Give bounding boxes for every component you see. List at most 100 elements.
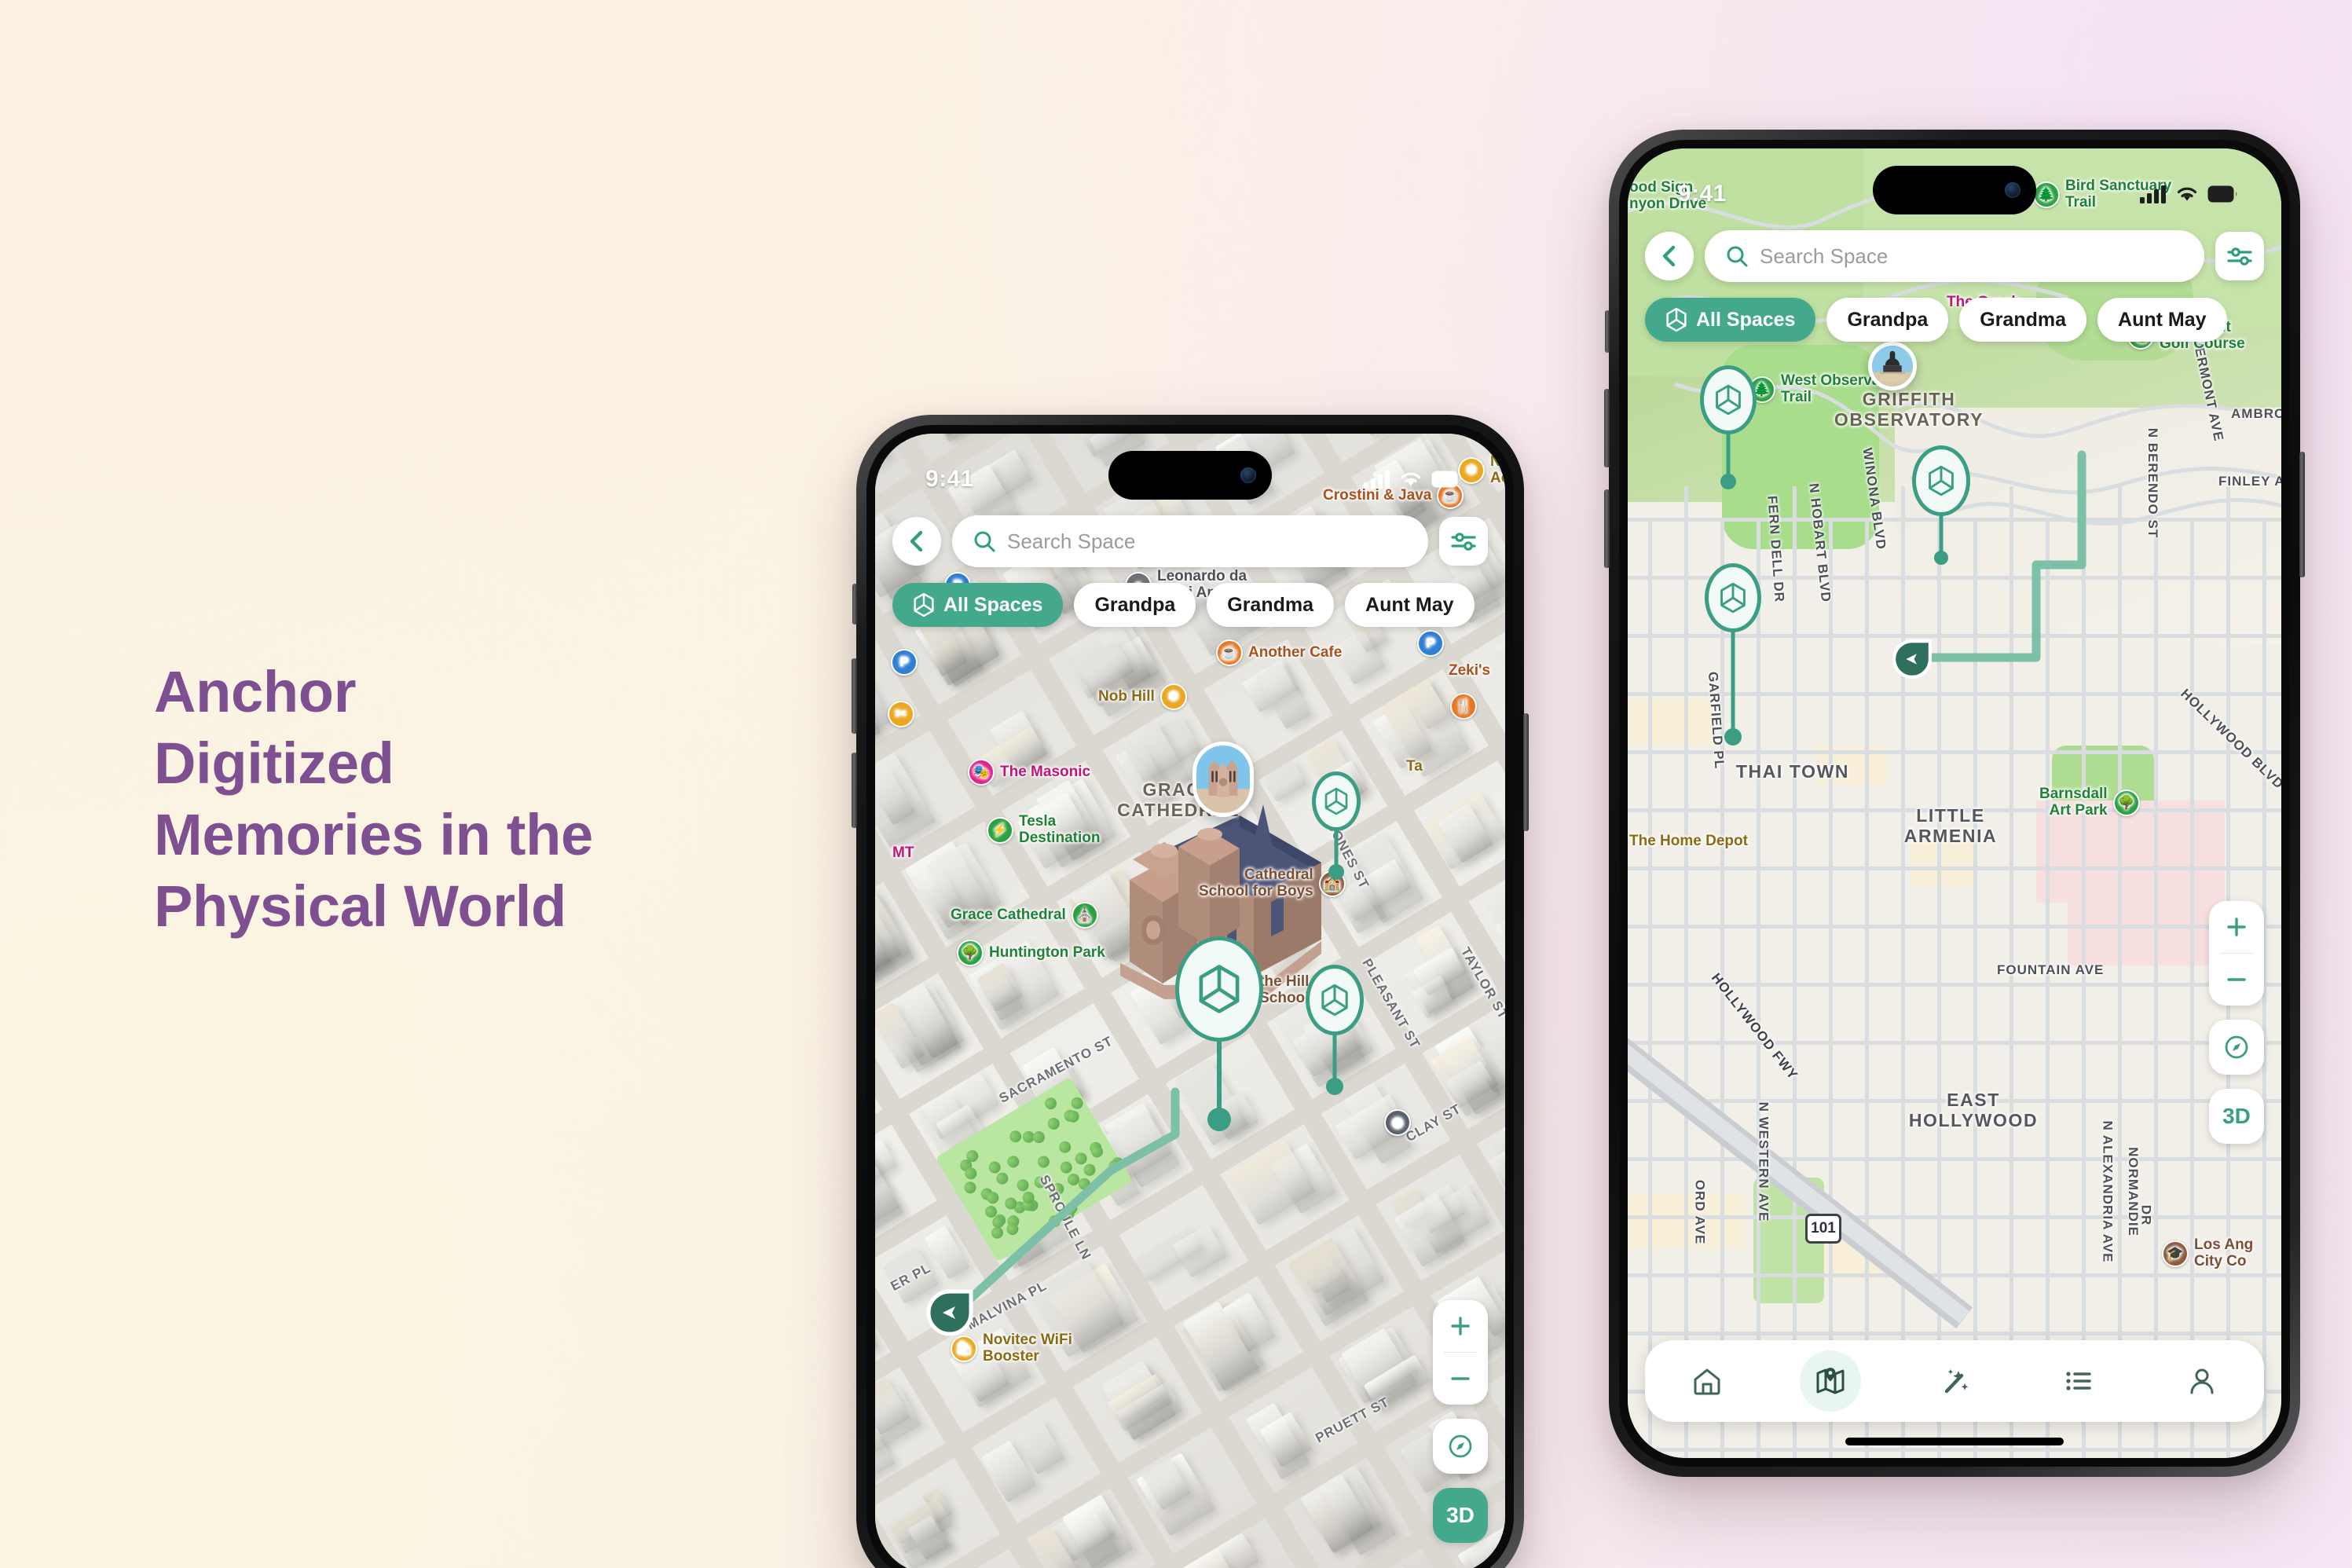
list-icon (2065, 1372, 2091, 1390)
tab-list[interactable] (2048, 1350, 2109, 1412)
phone-mockup-left: Crostini & Java☕ ❄Nob HillAesthetics ●Le… (852, 415, 1529, 1568)
search-input[interactable]: Search Space (952, 515, 1428, 567)
chip-grandpa[interactable]: Grandpa (1074, 583, 1196, 627)
chip-all-spaces[interactable]: All Spaces (892, 583, 1064, 627)
search-placeholder: Search Space (1760, 244, 1889, 268)
silent-switch[interactable] (1605, 310, 1610, 353)
anchor-pin[interactable] (1306, 965, 1364, 1095)
power-button[interactable] (1523, 713, 1529, 831)
power-button[interactable] (2299, 452, 2305, 577)
chip-label: All Spaces (943, 593, 1043, 616)
chip-grandma[interactable]: Grandma (1207, 583, 1335, 627)
chip-grandpa[interactable]: Grandpa (1826, 298, 1949, 342)
chip-all-spaces[interactable]: All Spaces (1645, 298, 1816, 342)
dimension-label: 3D (2222, 1104, 2251, 1128)
cube-icon (1716, 384, 1741, 416)
griffith-observatory-thumbnail (1872, 346, 1913, 387)
headline-line-1: Anchor (154, 659, 357, 724)
home-icon (1694, 1368, 1720, 1395)
anchor-pin[interactable] (1700, 365, 1757, 489)
headline-line-3: Memories in the (154, 802, 593, 868)
anchor-pin[interactable] (1312, 771, 1361, 880)
chip-label: All Spaces (1696, 308, 1796, 331)
dimension-toggle-button[interactable]: 3D (2209, 1089, 2264, 1144)
filter-button[interactable] (2215, 232, 2264, 280)
map-pin-icon (1816, 1368, 1845, 1394)
tab-home[interactable] (1676, 1350, 1738, 1412)
map-controls-right: 3D (2209, 901, 2264, 1144)
dimension-toggle-button[interactable]: 3D (1433, 1488, 1488, 1543)
search-icon (1727, 246, 1748, 267)
compass-button[interactable] (2209, 1020, 2264, 1075)
map-canvas-flat[interactable] (1628, 148, 2281, 1458)
front-camera-lens (1240, 467, 1256, 483)
chip-label: Grandpa (1847, 308, 1929, 331)
volume-up-button[interactable] (1604, 389, 1610, 467)
chip-label: Aunt May (1365, 593, 1454, 616)
anchor-pin[interactable] (1705, 563, 1761, 746)
space-filter-chips: All Spaces Grandpa Grandma Aunt May (1645, 298, 2281, 342)
back-button[interactable] (1645, 232, 1694, 280)
chip-aunt-may[interactable]: Aunt May (1345, 583, 1475, 627)
navigation-arrow-icon[interactable] (1890, 637, 1934, 681)
search-icon (974, 531, 995, 552)
volume-down-button[interactable] (852, 753, 857, 828)
volume-down-button[interactable] (1604, 489, 1610, 568)
space-filter-chips: All Spaces Grandpa Grandma Aunt May (892, 583, 1505, 627)
route-path (1915, 450, 2086, 662)
search-bar-row: Search Space (1645, 230, 2264, 282)
chip-label: Grandpa (1094, 593, 1176, 616)
phone-mockup-right: ood Sign nyon Drive 🌲 Bird Sanctuary Trail … (1604, 130, 2305, 1477)
cube-icon (1324, 787, 1348, 815)
cube-icon (914, 592, 934, 617)
chip-label: Aunt May (2118, 308, 2207, 331)
screen-left: Crostini & Java☕ ❄Nob HillAesthetics ●Le… (875, 434, 1505, 1568)
chevron-left-icon (1662, 245, 1676, 267)
cube-icon (1720, 582, 1746, 614)
zoom-out-button[interactable] (1433, 1353, 1488, 1405)
home-indicator[interactable] (1845, 1438, 2064, 1445)
navigation-arrow-icon[interactable] (924, 1287, 976, 1339)
bottom-tab-bar (1645, 1340, 2264, 1422)
back-button[interactable] (892, 517, 941, 566)
zoom-in-button[interactable] (2209, 901, 2264, 953)
tab-profile[interactable] (2171, 1350, 2233, 1412)
minus-icon (2227, 978, 2246, 981)
grace-cathedral-thumbnail (1196, 746, 1250, 812)
compass-icon (1449, 1434, 1472, 1458)
zoom-in-button[interactable] (1433, 1300, 1488, 1352)
map-controls-left: 3D (1433, 1300, 1488, 1543)
silent-switch[interactable] (852, 584, 857, 625)
zoom-control-group (2209, 901, 2264, 1006)
chip-grandma[interactable]: Grandma (1959, 298, 2087, 342)
tab-map[interactable] (1800, 1350, 1862, 1412)
cube-icon (1199, 965, 1240, 1013)
memory-photo-pin[interactable] (1192, 742, 1254, 817)
chip-label: Grandma (1227, 593, 1314, 616)
search-bar-row: Search Space (892, 515, 1488, 567)
headline-line-2: Digitized (154, 731, 394, 797)
headline-line-4: Physical World (154, 874, 566, 940)
plus-icon (2227, 918, 2246, 936)
search-input[interactable]: Search Space (1705, 230, 2204, 282)
volume-up-button[interactable] (852, 658, 857, 734)
filter-button[interactable] (1439, 517, 1488, 566)
compass-icon (2225, 1035, 2248, 1059)
dimension-label: 3D (1446, 1503, 1475, 1527)
freeway-shield: 101 (1805, 1214, 1841, 1244)
sliders-icon (1451, 533, 1476, 551)
tab-create[interactable] (1924, 1350, 1985, 1412)
person-icon (2190, 1368, 2214, 1394)
chevron-left-icon (910, 530, 923, 552)
magic-wand-icon (1944, 1369, 1969, 1394)
page-title: Anchor Digitized Memories in the Physica… (154, 656, 751, 942)
memory-photo-pin[interactable] (1868, 342, 1917, 390)
anchor-pin[interactable] (1175, 936, 1263, 1131)
sliders-icon (2227, 247, 2252, 266)
front-camera-lens (2005, 182, 2020, 198)
dynamic-island (1873, 166, 2036, 214)
zoom-out-button[interactable] (2209, 954, 2264, 1006)
chip-aunt-may[interactable]: Aunt May (2097, 298, 2227, 342)
compass-button[interactable] (1433, 1419, 1488, 1474)
anchor-pin[interactable] (1912, 445, 1970, 565)
